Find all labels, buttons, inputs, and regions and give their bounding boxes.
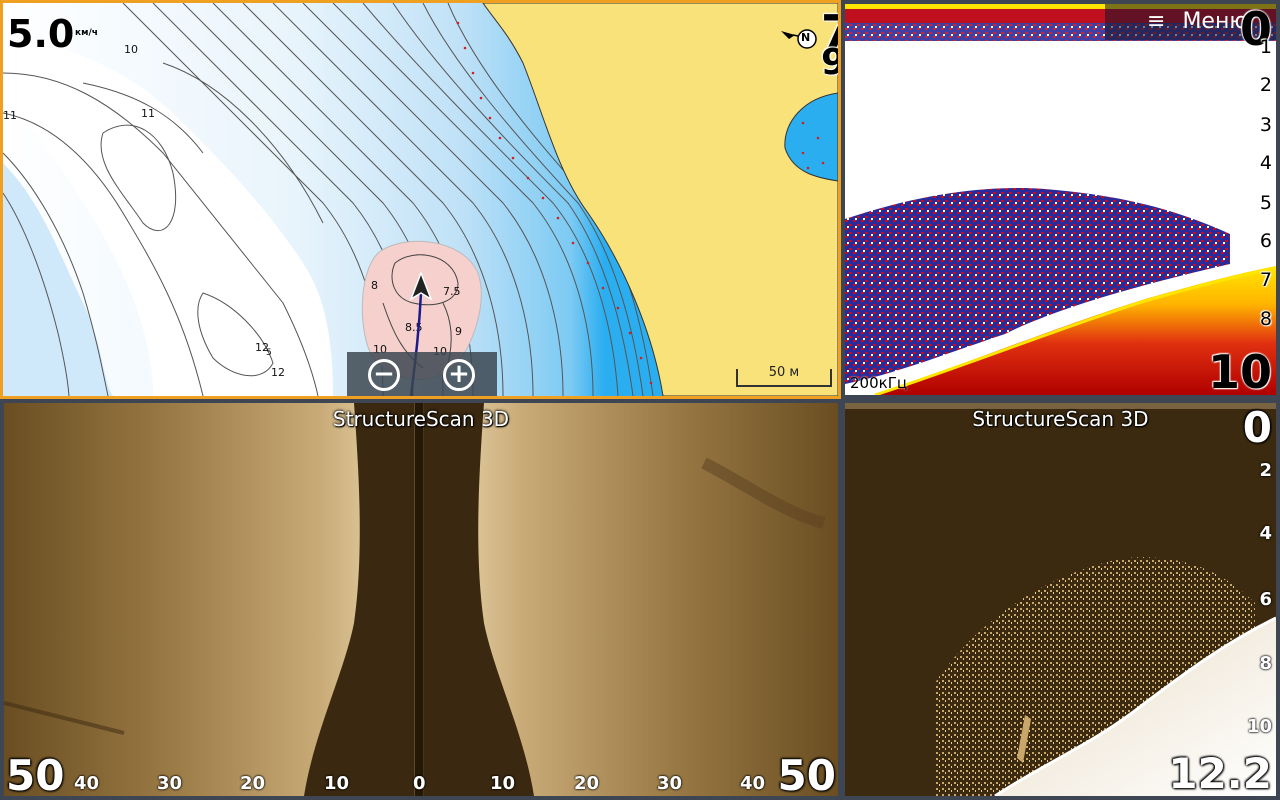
scale-bar: 50 м [736, 365, 832, 387]
speed-unit: км/ч [75, 28, 98, 38]
frequency-label: 200кГц [850, 374, 908, 392]
contour-label: 9 [455, 325, 462, 338]
depth-tick: 2 [1259, 460, 1272, 481]
range-tick: 0 [413, 773, 426, 794]
range-right: 50 [777, 751, 836, 797]
depth-scale-bottom: 10 [1207, 345, 1272, 395]
range-tick: 10 [324, 773, 350, 794]
contour-label: 11 [3, 109, 17, 122]
depth-bottom: 12.2 [1168, 749, 1272, 796]
chart-pane[interactable]: 10 11 11 12 5 12 8 9 10 7.5 8.5 10 5.0 к… [0, 0, 841, 399]
sonar-echo-image [845, 4, 1276, 395]
depth-tick: 3 [1259, 114, 1272, 136]
nautical-chart[interactable]: 10 11 11 12 5 12 8 9 10 7.5 8.5 10 [3, 3, 838, 396]
range-tick: 40 [74, 773, 100, 794]
structurescan-down-pane[interactable]: StructureScan 3D 0 2 4 6 8 10 12.2 [845, 403, 1276, 796]
scale-label: 50 м [768, 365, 800, 380]
menu-label: Меню [1182, 9, 1248, 34]
sidescan-image [4, 403, 838, 796]
depth-tick: 2 [1259, 74, 1272, 96]
range-tick: 30 [657, 773, 683, 794]
downscan-image [845, 403, 1276, 796]
structurescan-side-pane[interactable]: StructureScan 3D 50 50 40 30 20 10 0 10 … [4, 403, 838, 796]
depth-tick: 4 [1259, 523, 1272, 544]
depth-tick: 10 [1246, 716, 1272, 737]
depth-tick: 7 [1259, 269, 1272, 291]
depth-tick: 1 [1259, 36, 1272, 58]
depth-top: 0 [1242, 403, 1272, 452]
depth-tick: 4 [1259, 152, 1272, 174]
compass-letter: N [801, 31, 811, 44]
depth-tick: 8 [1259, 653, 1272, 674]
pane-title: StructureScan 3D [332, 407, 510, 431]
depth-tick: 5 [1259, 192, 1272, 214]
temp-value: 9.7 [821, 45, 838, 81]
hamburger-icon: ≡ [1147, 9, 1166, 34]
range-tick: 20 [574, 773, 600, 794]
range-tick: 10 [490, 773, 516, 794]
depth-tick: 6 [1259, 589, 1272, 610]
contour-label: 8 [371, 279, 378, 292]
range-left: 50 [6, 751, 65, 797]
contour-label: 5 [266, 348, 272, 358]
zoom-controls: − + [347, 352, 497, 396]
pane-title: StructureScan 3D [972, 407, 1149, 431]
contour-label: 11 [141, 107, 155, 120]
zoom-out-button[interactable]: − [368, 359, 400, 391]
contour-label: 12 [271, 366, 285, 379]
range-tick: 20 [240, 773, 266, 794]
north-arrow-icon[interactable]: N [779, 25, 823, 49]
contour-label: 7.5 [443, 285, 461, 298]
range-tick: 40 [740, 773, 766, 794]
zoom-in-button[interactable]: + [443, 359, 475, 391]
depth-tick: 8 [1259, 308, 1272, 330]
depth-tick: 6 [1259, 230, 1272, 252]
speed-value: 5.0 [7, 12, 75, 56]
contour-label: 10 [124, 43, 138, 56]
range-tick: 30 [157, 773, 183, 794]
sonar-pane[interactable]: ≡ Меню 0 1 2 3 4 5 6 7 8 10 200кГц [845, 4, 1276, 395]
